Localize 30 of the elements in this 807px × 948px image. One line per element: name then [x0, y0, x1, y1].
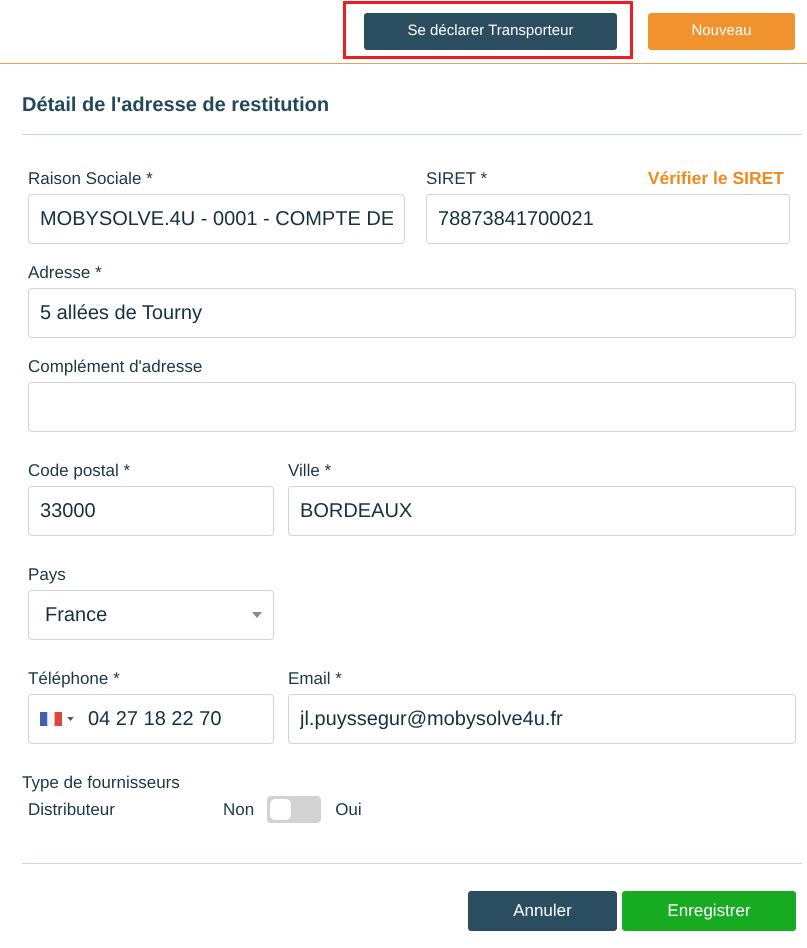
- off-label: Non: [223, 798, 254, 821]
- toggle-switch[interactable]: [267, 796, 322, 823]
- field-label: Pays: [28, 565, 66, 584]
- input-field[interactable]: 33000: [28, 486, 274, 536]
- toggle-label: Distributeur: [28, 798, 115, 821]
- field-label: Raison Sociale *: [28, 169, 153, 188]
- field-label: Téléphone *: [28, 669, 120, 688]
- group-title: Type de fournisseurs: [22, 773, 180, 792]
- field-label: Ville *: [288, 461, 332, 480]
- field-label: Email *: [288, 669, 342, 688]
- field-label: Code postal *: [28, 461, 130, 480]
- caret-icon: [67, 717, 74, 721]
- section-title: Détail de l'adresse de restitution: [22, 94, 330, 117]
- input-field[interactable]: 78873841700021: [426, 194, 790, 244]
- field-label: SIRET *: [426, 169, 488, 188]
- select-field[interactable]: France: [28, 590, 274, 640]
- caret-icon: [252, 612, 262, 618]
- input-field[interactable]: [28, 382, 796, 432]
- flag-icon: [40, 712, 62, 726]
- field-label: Complément d'adresse: [28, 357, 202, 376]
- country-code-button[interactable]: [40, 709, 74, 729]
- field-label: Adresse *: [28, 263, 102, 282]
- phone-number-input[interactable]: 04 27 18 22 70: [88, 704, 273, 734]
- on-label: Oui: [335, 798, 362, 821]
- input-field[interactable]: BORDEAUX: [288, 486, 796, 536]
- input-field[interactable]: 5 allées de Tourny: [28, 288, 796, 338]
- declare-button[interactable]: Se déclarer Transporteur: [364, 13, 617, 50]
- phone-field[interactable]: 04 27 18 22 70: [28, 694, 274, 744]
- input-field[interactable]: MOBYSOLVE.4U - 0001 - COMPTE DE: [28, 194, 405, 244]
- cancel-button[interactable]: Annuler: [468, 891, 617, 931]
